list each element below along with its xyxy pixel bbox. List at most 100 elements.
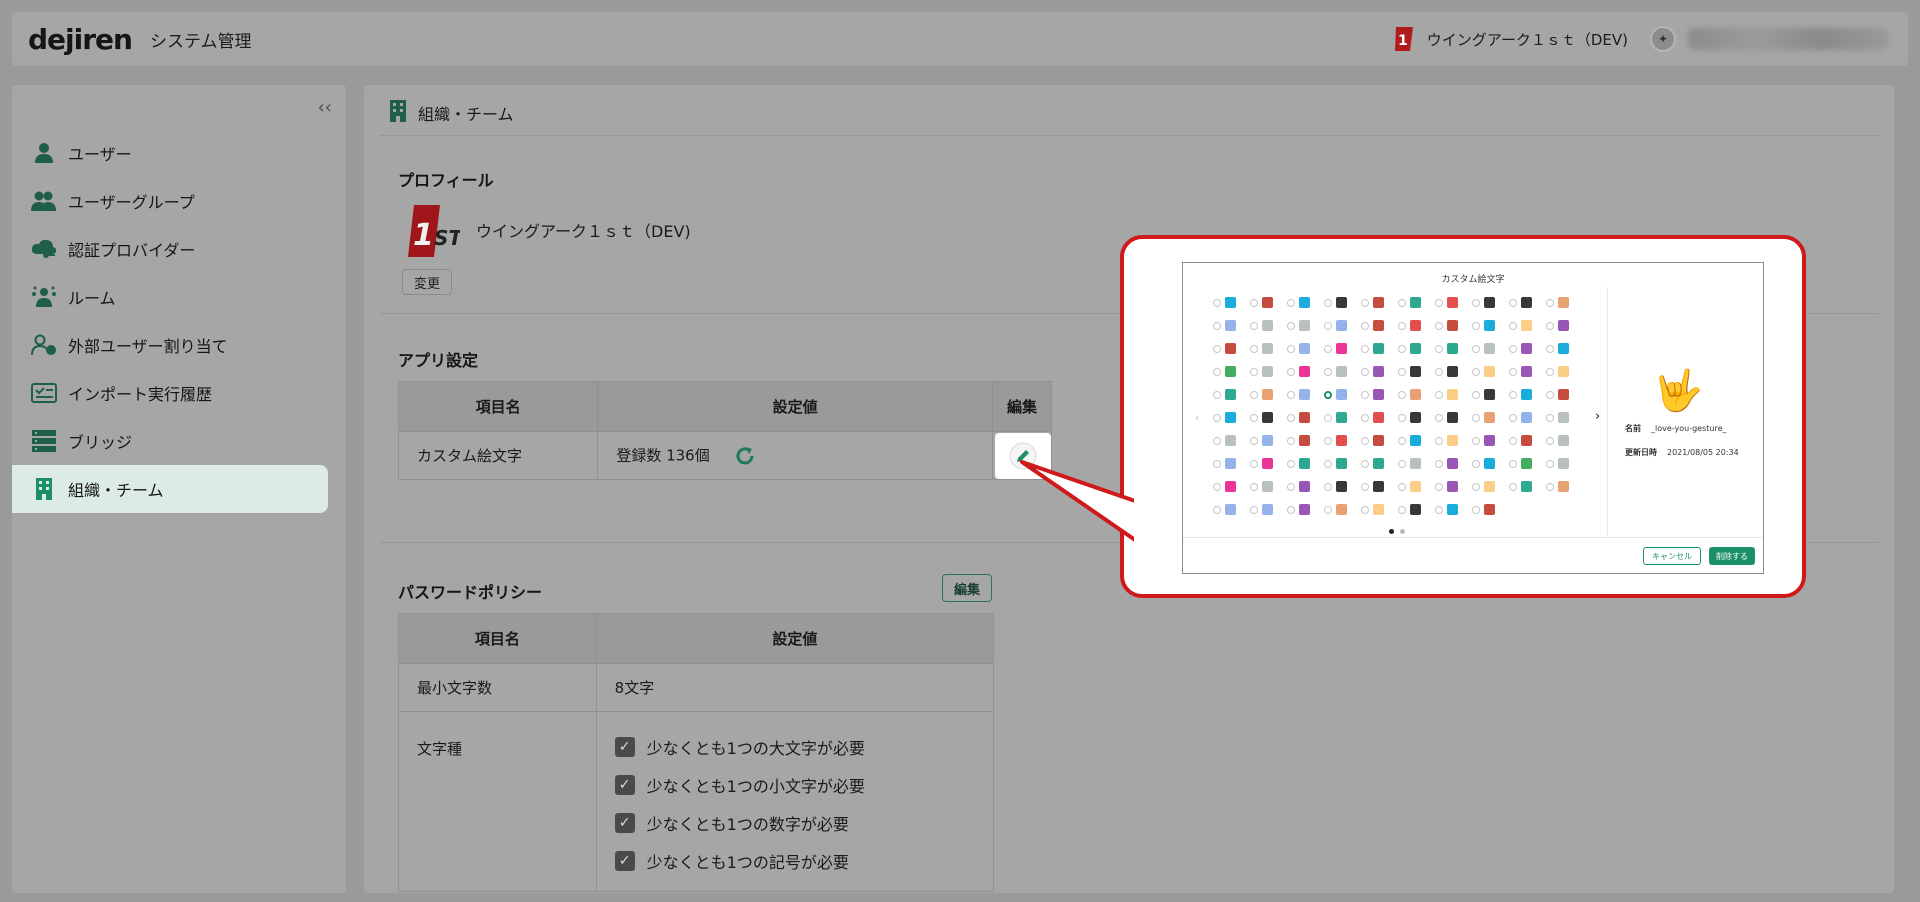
radio-icon[interactable] [1546,321,1554,330]
radio-icon[interactable] [1398,298,1406,307]
radio-icon[interactable] [1287,505,1295,514]
radio-icon[interactable] [1546,459,1554,468]
emoji-option[interactable] [1287,458,1324,469]
radio-icon[interactable] [1287,344,1295,353]
radio-icon[interactable] [1213,459,1221,468]
radio-icon[interactable] [1250,459,1258,468]
emoji-option[interactable] [1546,412,1583,423]
emoji-option[interactable] [1213,389,1250,400]
collapse-sidebar-icon[interactable]: ‹‹ [318,97,332,118]
emoji-option[interactable] [1398,412,1435,423]
emoji-option[interactable] [1324,481,1361,492]
emoji-option[interactable] [1287,343,1324,354]
emoji-option[interactable] [1250,343,1287,354]
radio-icon[interactable] [1472,436,1480,445]
emoji-option[interactable] [1435,297,1472,308]
sidebar-item-users[interactable]: ユーザー [12,129,346,177]
rule-uppercase[interactable]: ✓ 少なくとも1つの大文字が必要 [614,728,993,766]
change-logo-button[interactable]: 変更 [402,269,452,295]
emoji-option[interactable] [1472,412,1509,423]
emoji-option[interactable] [1398,320,1435,331]
emoji-option[interactable] [1213,366,1250,377]
radio-icon[interactable] [1472,505,1480,514]
rule-number[interactable]: ✓ 少なくとも1つの数字が必要 [614,804,993,842]
radio-icon[interactable] [1324,367,1332,376]
radio-icon[interactable] [1472,367,1480,376]
emoji-option[interactable] [1250,297,1287,308]
radio-icon[interactable] [1398,482,1406,491]
emoji-option[interactable] [1472,389,1509,400]
emoji-option[interactable] [1324,343,1361,354]
radio-icon[interactable] [1324,459,1332,468]
radio-icon[interactable] [1361,459,1369,468]
radio-icon[interactable] [1546,413,1554,422]
emoji-option[interactable] [1509,458,1546,469]
radio-icon[interactable] [1250,321,1258,330]
radio-icon[interactable] [1398,436,1406,445]
radio-icon[interactable] [1435,344,1443,353]
emoji-option[interactable] [1324,504,1361,515]
radio-icon[interactable] [1509,390,1517,399]
radio-icon[interactable] [1213,436,1221,445]
emoji-option[interactable] [1472,458,1509,469]
emoji-option[interactable] [1213,320,1250,331]
emoji-option[interactable] [1324,458,1361,469]
radio-icon[interactable] [1398,413,1406,422]
radio-icon[interactable] [1324,505,1332,514]
emoji-option[interactable] [1324,366,1361,377]
emoji-option[interactable] [1250,366,1287,377]
emoji-option[interactable] [1398,481,1435,492]
radio-icon[interactable] [1250,344,1258,353]
radio-icon[interactable] [1361,505,1369,514]
radio-icon[interactable] [1398,459,1406,468]
radio-icon[interactable] [1435,367,1443,376]
radio-icon[interactable] [1361,413,1369,422]
radio-icon[interactable] [1509,436,1517,445]
radio-icon[interactable] [1435,413,1443,422]
emoji-option[interactable] [1250,389,1287,400]
radio-icon[interactable] [1546,482,1554,491]
radio-icon[interactable] [1287,413,1295,422]
radio-icon[interactable] [1546,344,1554,353]
emoji-option[interactable] [1472,504,1509,515]
emoji-option[interactable] [1435,320,1472,331]
radio-icon[interactable] [1546,367,1554,376]
emoji-option[interactable] [1398,504,1435,515]
emoji-option[interactable] [1287,389,1324,400]
emoji-option[interactable] [1287,435,1324,446]
emoji-option[interactable] [1509,435,1546,446]
radio-icon[interactable] [1472,321,1480,330]
radio-icon[interactable] [1250,482,1258,491]
emoji-option[interactable] [1287,366,1324,377]
emoji-option[interactable] [1546,481,1583,492]
sidebar-item-auth-providers[interactable]: 認証プロバイダー [12,225,346,273]
emoji-option[interactable] [1250,504,1287,515]
emoji-option[interactable] [1435,343,1472,354]
sidebar-item-external-users[interactable]: 外部ユーザー割り当て [12,321,346,369]
emoji-option[interactable] [1361,435,1398,446]
emoji-option[interactable] [1435,481,1472,492]
emoji-option[interactable] [1546,343,1583,354]
emoji-option[interactable] [1509,389,1546,400]
emoji-option[interactable] [1472,435,1509,446]
emoji-option[interactable] [1213,297,1250,308]
emoji-option[interactable] [1546,320,1583,331]
radio-icon[interactable] [1398,390,1406,399]
prev-page-icon[interactable]: ‹ [1195,411,1199,424]
emoji-option[interactable] [1472,366,1509,377]
radio-icon[interactable] [1472,413,1480,422]
radio-icon[interactable] [1361,321,1369,330]
radio-icon[interactable] [1435,436,1443,445]
radio-icon[interactable] [1472,390,1480,399]
emoji-option[interactable] [1546,297,1583,308]
emoji-option[interactable] [1250,435,1287,446]
emoji-option[interactable] [1509,343,1546,354]
radio-icon[interactable] [1324,436,1332,445]
radio-icon[interactable] [1398,367,1406,376]
radio-icon[interactable] [1361,367,1369,376]
emoji-option[interactable] [1287,412,1324,423]
radio-icon[interactable] [1472,344,1480,353]
radio-icon[interactable] [1213,505,1221,514]
rule-lowercase[interactable]: ✓ 少なくとも1つの小文字が必要 [614,766,993,804]
radio-icon[interactable] [1435,505,1443,514]
